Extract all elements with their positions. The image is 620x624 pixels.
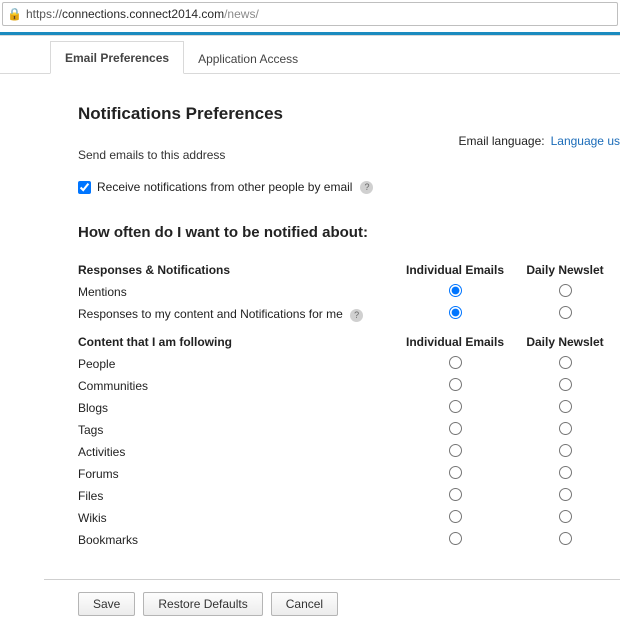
- send-emails-label: Send emails to this address: [78, 148, 620, 162]
- page-title: Notifications Preferences: [78, 104, 620, 124]
- table-row: People: [78, 353, 620, 375]
- row-label: Mentions: [78, 281, 400, 303]
- prefs-table: Responses & Notifications Individual Ema…: [78, 259, 620, 551]
- radio-individual[interactable]: [449, 510, 462, 523]
- row-label: Files: [78, 485, 400, 507]
- radio-daily[interactable]: [559, 378, 572, 391]
- radio-individual[interactable]: [449, 306, 462, 319]
- email-language-label: Email language:: [459, 134, 545, 148]
- group1-heading: Responses & Notifications: [78, 259, 400, 281]
- row-label: Responses to my content and Notification…: [78, 307, 343, 321]
- radio-individual[interactable]: [449, 488, 462, 501]
- table-row: Tags: [78, 419, 620, 441]
- help-icon[interactable]: ?: [360, 181, 373, 194]
- radio-individual[interactable]: [449, 466, 462, 479]
- receive-notifications-label: Receive notifications from other people …: [97, 180, 352, 194]
- col-daily-newsletter: Daily Newslet: [510, 325, 620, 353]
- row-label: Blogs: [78, 397, 400, 419]
- url-scheme: https://: [26, 7, 62, 21]
- radio-daily[interactable]: [559, 422, 572, 435]
- radio-daily[interactable]: [559, 532, 572, 545]
- radio-daily[interactable]: [559, 356, 572, 369]
- save-button[interactable]: Save: [78, 592, 135, 616]
- row-label: Wikis: [78, 507, 400, 529]
- url-host: connections.connect2014.com: [62, 7, 224, 21]
- radio-individual[interactable]: [449, 532, 462, 545]
- radio-daily[interactable]: [559, 444, 572, 457]
- how-often-heading: How often do I want to be notified about…: [78, 224, 620, 241]
- radio-individual[interactable]: [449, 284, 462, 297]
- address-bar[interactable]: 🔒 https://connections.connect2014.com/ne…: [2, 2, 618, 26]
- radio-daily[interactable]: [559, 284, 572, 297]
- table-row: Wikis: [78, 507, 620, 529]
- receive-notifications-checkbox[interactable]: [78, 181, 91, 194]
- table-row: Communities: [78, 375, 620, 397]
- email-language-link[interactable]: Language us: [551, 134, 620, 148]
- tab-email-preferences[interactable]: Email Preferences: [50, 41, 184, 74]
- radio-individual[interactable]: [449, 422, 462, 435]
- col-individual-emails: Individual Emails: [400, 259, 510, 281]
- table-row: Activities: [78, 441, 620, 463]
- footer-divider: [44, 579, 620, 580]
- radio-individual[interactable]: [449, 400, 462, 413]
- radio-individual[interactable]: [449, 378, 462, 391]
- restore-defaults-button[interactable]: Restore Defaults: [143, 592, 262, 616]
- table-row: Blogs: [78, 397, 620, 419]
- radio-daily[interactable]: [559, 400, 572, 413]
- row-label: Activities: [78, 441, 400, 463]
- content-area: Notifications Preferences Send emails to…: [0, 74, 620, 561]
- table-row: Forums: [78, 463, 620, 485]
- radio-individual[interactable]: [449, 356, 462, 369]
- row-label: Bookmarks: [78, 529, 400, 551]
- table-row: Bookmarks: [78, 529, 620, 551]
- radio-daily[interactable]: [559, 488, 572, 501]
- cancel-button[interactable]: Cancel: [271, 592, 338, 616]
- table-row: Mentions: [78, 281, 620, 303]
- group2-heading: Content that I am following: [78, 325, 400, 353]
- table-row: Files: [78, 485, 620, 507]
- tab-bar: Email Preferences Application Access: [0, 36, 620, 74]
- url-path: /news/: [224, 7, 259, 21]
- row-label: People: [78, 353, 400, 375]
- lock-icon: 🔒: [7, 7, 22, 21]
- row-label: Communities: [78, 375, 400, 397]
- col-individual-emails: Individual Emails: [400, 325, 510, 353]
- help-icon[interactable]: ?: [350, 309, 363, 322]
- table-header-row: Responses & Notifications Individual Ema…: [78, 259, 620, 281]
- tab-application-access[interactable]: Application Access: [184, 43, 312, 74]
- table-row: Responses to my content and Notification…: [78, 303, 620, 325]
- col-daily-newsletter: Daily Newslet: [510, 259, 620, 281]
- radio-daily[interactable]: [559, 306, 572, 319]
- row-label: Tags: [78, 419, 400, 441]
- radio-individual[interactable]: [449, 444, 462, 457]
- radio-daily[interactable]: [559, 510, 572, 523]
- table-header-row: Content that I am following Individual E…: [78, 325, 620, 353]
- radio-daily[interactable]: [559, 466, 572, 479]
- footer-buttons: Save Restore Defaults Cancel: [0, 592, 620, 624]
- row-label: Forums: [78, 463, 400, 485]
